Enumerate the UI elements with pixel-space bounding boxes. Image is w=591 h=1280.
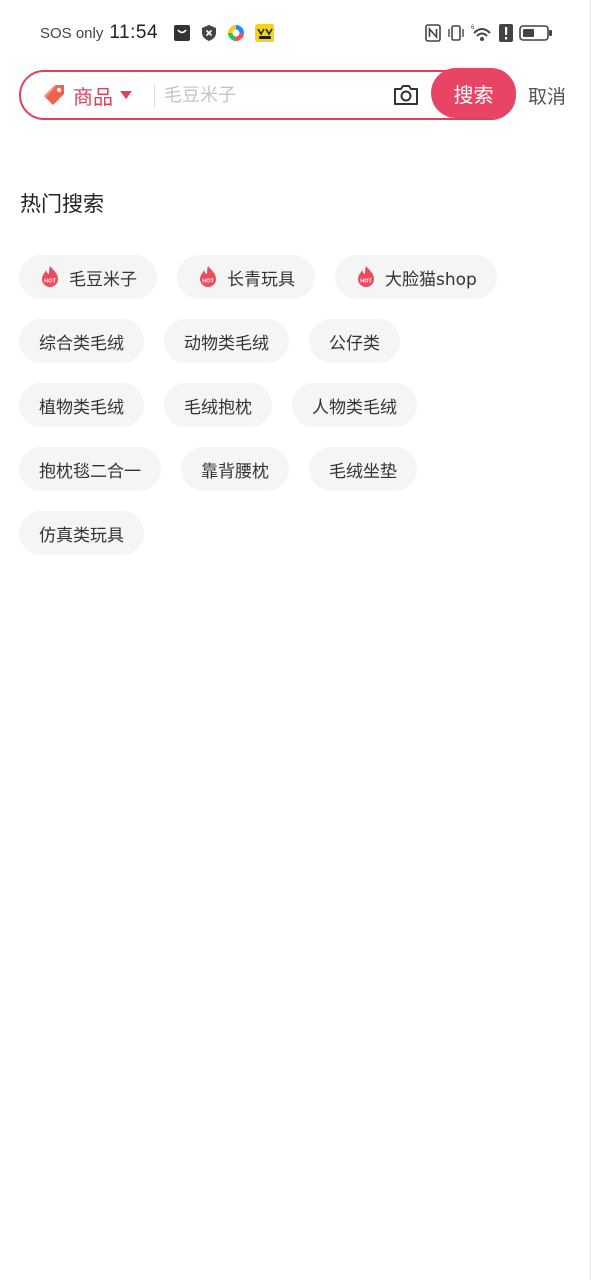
fire-hot-icon: HOT bbox=[42, 266, 58, 287]
svg-text:HOT: HOT bbox=[44, 279, 56, 285]
search-tag[interactable]: 毛绒抱枕 bbox=[164, 383, 272, 427]
svg-text:HOT: HOT bbox=[202, 279, 214, 285]
search-tag[interactable]: 综合类毛绒 bbox=[19, 319, 144, 363]
fire-hot-icon: HOT bbox=[200, 266, 216, 287]
search-tag[interactable]: 靠背腰枕 bbox=[181, 447, 289, 491]
tag-row: 仿真类玩具 bbox=[19, 511, 559, 555]
vibrate-icon bbox=[448, 25, 464, 41]
alert-icon bbox=[499, 24, 513, 42]
carrier-text: SOS only bbox=[40, 24, 104, 42]
svg-text:6: 6 bbox=[471, 25, 475, 31]
wifi-icon: 6 bbox=[471, 25, 491, 41]
tag-label: 大脸猫shop bbox=[385, 269, 477, 290]
screen: SOS only 11:54 6 商品 毛豆米子 搜索 取消 热门搜索 HOT … bbox=[0, 0, 591, 1280]
tag-row: 植物类毛绒 毛绒抱枕 人物类毛绒 bbox=[19, 383, 559, 427]
colorful-app-icon bbox=[228, 25, 245, 41]
status-bar: SOS only 11:54 6 bbox=[0, 0, 591, 66]
cancel-button[interactable]: 取消 bbox=[528, 82, 566, 109]
divider bbox=[154, 85, 155, 107]
price-tag-icon bbox=[44, 85, 64, 105]
search-button[interactable]: 搜索 bbox=[431, 68, 516, 118]
search-input[interactable] bbox=[164, 76, 384, 114]
search-tag[interactable]: 植物类毛绒 bbox=[19, 383, 144, 427]
caret-down-icon bbox=[120, 91, 132, 99]
battery-icon bbox=[519, 25, 552, 41]
section-title-hot-search: 热门搜索 bbox=[20, 192, 104, 216]
status-left: SOS only 11:54 bbox=[40, 22, 275, 44]
search-tag[interactable]: 抱枕毯二合一 bbox=[19, 447, 161, 491]
category-label: 商品 bbox=[73, 84, 113, 109]
tag-row: 抱枕毯二合一 靠背腰枕 毛绒坐垫 bbox=[19, 447, 559, 491]
category-dropdown[interactable]: 商品 bbox=[41, 72, 133, 118]
hot-tag[interactable]: HOT 长青玩具 bbox=[177, 255, 315, 299]
shield-block-icon bbox=[202, 25, 217, 41]
clock-time: 11:54 bbox=[109, 22, 159, 43]
fire-hot-icon: HOT bbox=[358, 266, 374, 287]
search-tag[interactable]: 毛绒坐垫 bbox=[309, 447, 417, 491]
hot-search-tags: HOT 毛豆米子 HOT 长青玩具 HOT 大脸猫shop 综合类毛绒 动物类毛… bbox=[19, 255, 559, 575]
hot-tag[interactable]: HOT 大脸猫shop bbox=[335, 255, 497, 299]
hot-tag[interactable]: HOT 毛豆米子 bbox=[19, 255, 157, 299]
search-bar: 商品 搜索 取消 bbox=[19, 68, 579, 122]
svg-text:HOT: HOT bbox=[360, 279, 372, 285]
search-tag[interactable]: 人物类毛绒 bbox=[292, 383, 417, 427]
status-right: 6 bbox=[425, 22, 553, 44]
tag-row: 综合类毛绒 动物类毛绒 公仔类 bbox=[19, 319, 559, 363]
camera-icon[interactable] bbox=[392, 82, 420, 108]
tag-label: 长青玩具 bbox=[227, 269, 295, 290]
search-tag[interactable]: 动物类毛绒 bbox=[164, 319, 289, 363]
search-tag[interactable]: 仿真类玩具 bbox=[19, 511, 144, 555]
search-tag[interactable]: 公仔类 bbox=[309, 319, 400, 363]
tag-label: 毛豆米子 bbox=[69, 269, 137, 290]
nfc-icon bbox=[425, 24, 441, 42]
tag-row: HOT 毛豆米子 HOT 长青玩具 HOT 大脸猫shop bbox=[19, 255, 559, 299]
yellow-app-icon bbox=[255, 24, 275, 42]
shopping-bag-icon bbox=[174, 25, 191, 41]
